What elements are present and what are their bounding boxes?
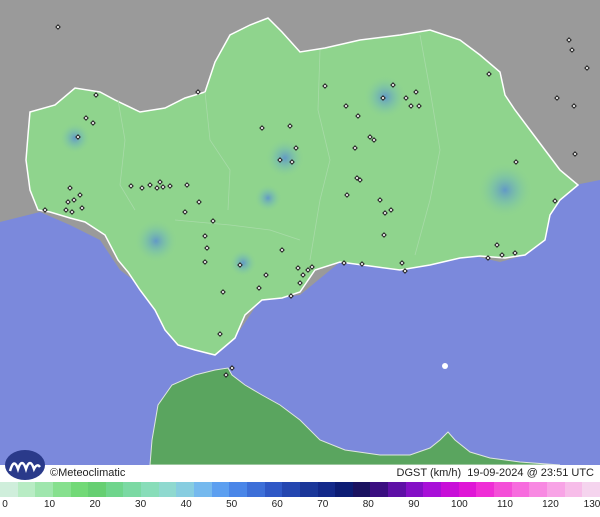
scale-tick-label: 30 [135,499,147,510]
datetime-label: 19-09-2024 @ 23:51 UTC [467,467,594,479]
variable-datetime-label: DGST (km/h) 19-09-2024 @ 23:51 UTC [397,467,594,479]
scale-swatch [211,482,230,497]
scale-swatch [123,482,142,497]
scale-swatch [17,482,36,497]
scale-tick-label: 80 [362,499,374,510]
scale-swatch [299,482,318,497]
scale-tick-label: 20 [89,499,101,510]
color-scale-bar [0,482,600,497]
scale-swatch [458,482,477,497]
scale-swatch [582,482,600,497]
scale-tick-label: 40 [180,499,192,510]
scale-swatch [441,482,459,497]
scale-swatch [476,482,494,497]
scale-swatch [352,482,371,497]
scale-swatch [370,482,389,497]
scale-tick-label: 70 [317,499,329,510]
scale-swatch [264,482,283,497]
scale-swatch [70,482,89,497]
scale-swatch [317,482,336,497]
scale-swatch [529,482,547,497]
scale-swatch [105,482,124,497]
brand-label: ©Meteoclimatic [50,467,126,479]
scale-tick-label: 110 [496,499,513,510]
scale-tick-label: 120 [542,499,559,510]
scale-tick-label: 100 [451,499,468,510]
scale-swatch [88,482,106,497]
scale-tick-label: 60 [271,499,283,510]
scale-swatch [0,482,18,497]
scale-tick-label: 50 [226,499,238,510]
scale-swatch [423,482,442,497]
scale-swatch [546,482,565,497]
meteoclimatic-logo-icon [5,450,45,480]
scale-swatch [511,482,530,497]
scale-swatch [493,482,512,497]
scale-swatch [229,482,247,497]
scale-swatch [158,482,177,497]
scale-swatch [194,482,212,497]
scale-swatch [246,482,265,497]
scale-swatch [335,482,353,497]
scale-swatch [282,482,300,497]
scale-swatch [141,482,159,497]
wind-gust-map: ©Meteoclimatic DGST (km/h) 19-09-2024 @ … [0,0,600,517]
color-scale: 0 10 20 30 40 50 60 70 80 90 100 110 120 130 [0,482,600,517]
scale-tick-label: 10 [43,499,56,510]
scale-swatch [52,482,71,497]
info-bar: ©Meteoclimatic DGST (km/h) 19-09-2024 @ … [0,450,600,482]
scale-swatch [564,482,583,497]
scale-swatch [176,482,195,497]
variable-label: DGST (km/h) [396,467,462,479]
scale-swatch [405,482,424,497]
map-canvas [0,0,600,465]
scale-tick-label: 0 [2,499,8,510]
scale-swatch [388,482,406,497]
scale-tick-label: 130 [583,499,600,510]
scale-tick-label: 90 [408,499,420,510]
scale-swatch [35,482,53,497]
color-scale-labels: 0 10 20 30 40 50 60 70 80 90 100 110 120 130 [0,499,600,513]
island [442,363,448,369]
